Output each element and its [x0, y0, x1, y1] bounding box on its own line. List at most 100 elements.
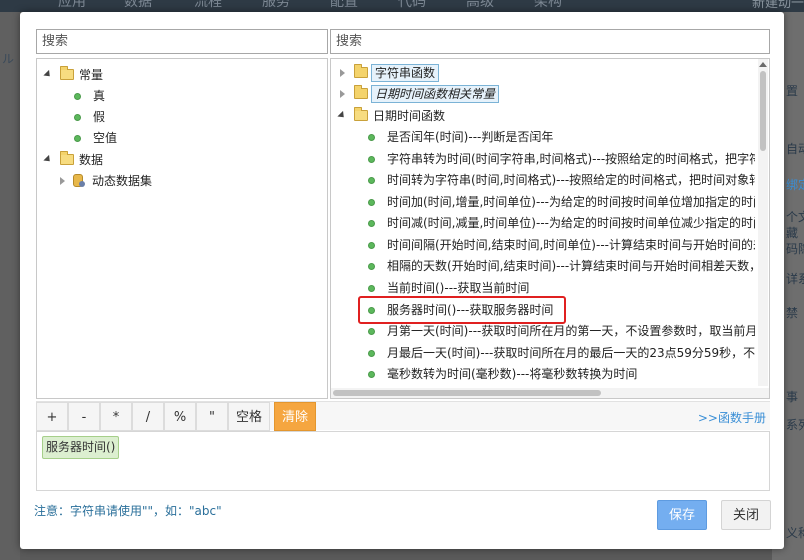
- function-item[interactable]: 月第一天(时间)---获取时间所在月的第一天，不设置参数时，取当前月的第一天: [335, 321, 755, 341]
- hint-note: 注意：字符串请使用""，如："abc": [34, 504, 222, 518]
- horizontal-scroll-thumb[interactable]: [333, 390, 601, 396]
- bg-right-fragment: 绑定: [786, 178, 804, 192]
- bg-right-fragment: 义称: [786, 526, 804, 540]
- function-label: 时间间隔(开始时间,结束时间,时间单位)---计算结束时间与开始时间的差值: [387, 238, 755, 252]
- bg-nav-item: 流程: [194, 0, 222, 10]
- collapse-toggle-icon[interactable]: [338, 112, 346, 120]
- bg-right-fragment: 详系: [786, 272, 804, 286]
- collapse-toggle-icon[interactable]: [44, 156, 52, 164]
- folder-open-icon: [60, 151, 74, 165]
- tree-leaf-null[interactable]: 空值: [41, 128, 321, 148]
- plus-operator-button[interactable]: +: [36, 402, 68, 431]
- tree-node-dynamic-dataset[interactable]: 动态数据集: [41, 171, 321, 191]
- function-item[interactable]: 字符串转为时间(时间字符串,时间格式)---按照给定的时间格式，把字符串转换为时…: [335, 149, 755, 169]
- function-label: 时间减(时间,减量,时间单位)---为给定的时间按时间单位减少指定的时间量: [387, 216, 755, 230]
- leaf-dot-icon: [368, 199, 375, 206]
- leaf-dot-icon: [368, 328, 375, 335]
- leaf-dot-icon: [368, 263, 375, 270]
- leaf-dot-icon: [368, 156, 375, 163]
- expand-toggle-icon[interactable]: [338, 90, 346, 98]
- bg-nav-item: 配置: [330, 0, 358, 10]
- bg-right-fragment: 置: [786, 84, 799, 98]
- leaf-dot-icon: [368, 350, 375, 357]
- tree-node-string-functions[interactable]: 字符串函数: [335, 63, 755, 83]
- function-label: 是否闰年(时间)---判断是否闰年: [387, 130, 554, 144]
- bg-nav-item: 高级: [466, 0, 494, 10]
- tree-node-label: 日期时间函数: [373, 109, 446, 123]
- function-item[interactable]: 当前时间()---获取当前时间: [335, 278, 755, 298]
- left-search-input[interactable]: [36, 29, 328, 54]
- function-label: 月最后一天(时间)---获取时间所在月的最后一天的23点59分59秒，不设置参数…: [387, 346, 755, 360]
- function-item[interactable]: 是否闰年(时间)---判断是否闰年: [335, 127, 755, 147]
- minus-operator-button[interactable]: -: [68, 402, 100, 431]
- function-label: 字符串转为时间(时间字符串,时间格式)---按照给定的时间格式，把字符串转换为时…: [387, 152, 755, 166]
- bg-right-fragment: 藏: [786, 226, 799, 240]
- function-manual-link[interactable]: >>函数手册: [698, 409, 766, 426]
- function-item[interactable]: 月最后一天(时间)---获取时间所在月的最后一天的23点59分59秒，不设置参数…: [335, 343, 755, 363]
- space-button[interactable]: 空格: [228, 402, 270, 431]
- function-label: 时间转为字符串(时间,时间格式)---按照给定的时间格式，把时间对象转换为字符串: [387, 173, 755, 187]
- function-item[interactable]: 相隔的天数(开始时间,结束时间)---计算结束时间与开始时间相差天数，返回整数: [335, 256, 755, 276]
- functions-tree-panel: 字符串函数 日期时间函数相关常量 日期时间函数 是否闰年(时间)---判断是否闰…: [330, 58, 770, 399]
- tree-leaf-true[interactable]: 真: [41, 86, 321, 106]
- highlight-annotation: [358, 296, 566, 324]
- leaf-dot-icon: [368, 220, 375, 227]
- expand-toggle-icon[interactable]: [338, 69, 346, 77]
- tree-node-date-constants[interactable]: 日期时间函数相关常量: [335, 84, 755, 104]
- bg-nav-item: 架构: [534, 0, 562, 10]
- save-button[interactable]: 保存: [657, 500, 707, 530]
- expression-editor[interactable]: 服务器时间(): [36, 431, 770, 491]
- expand-toggle-icon[interactable]: [58, 177, 66, 185]
- folder-open-icon: [60, 66, 74, 80]
- bg-right-fragment: 系列: [786, 418, 804, 432]
- leaf-dot-icon: [368, 242, 375, 249]
- tree-leaf-label: 真: [93, 89, 106, 103]
- collapse-toggle-icon[interactable]: [44, 71, 52, 79]
- tree-leaf-label: 假: [93, 110, 106, 124]
- function-item[interactable]: 时间间隔(开始时间,结束时间,时间单位)---计算结束时间与开始时间的差值: [335, 235, 755, 255]
- leaf-dot-icon: [74, 93, 81, 100]
- function-item[interactable]: 毫秒数转为时间(毫秒数)---将毫秒数转换为时间: [335, 364, 755, 384]
- multiply-operator-button[interactable]: *: [100, 402, 132, 431]
- tree-node-constants[interactable]: 常量: [41, 65, 321, 85]
- tree-node-label: 数据: [79, 153, 104, 167]
- function-label: 相隔的天数(开始时间,结束时间)---计算结束时间与开始时间相差天数，返回整数: [387, 259, 755, 273]
- clear-button[interactable]: 清除: [274, 402, 316, 431]
- vertical-scrollbar[interactable]: [758, 59, 768, 386]
- expression-token[interactable]: 服务器时间(): [42, 436, 120, 459]
- tree-node-date-functions[interactable]: 日期时间函数: [335, 106, 755, 126]
- function-label: 月第一天(时间)---获取时间所在月的第一天，不设置参数时，取当前月的第一天: [387, 324, 755, 338]
- divide-operator-button[interactable]: /: [132, 402, 164, 431]
- function-label: 当前时间()---获取当前时间: [387, 281, 530, 295]
- tree-node-data[interactable]: 数据: [41, 150, 321, 170]
- bg-right-fragment: 事: [786, 390, 799, 404]
- bg-nav-item: 代码: [398, 0, 426, 10]
- function-item[interactable]: 时间加(时间,增量,时间单位)---为给定的时间按时间单位增加指定的时间量: [335, 192, 755, 212]
- vertical-scroll-thumb[interactable]: [760, 71, 766, 151]
- function-editor-dialog: 常量 真 假 空值 数据 动态数据集 字符串函数: [20, 12, 784, 549]
- function-label: 毫秒数转为时间(毫秒数)---将毫秒数转换为时间: [387, 367, 638, 381]
- tree-node-label: 常量: [79, 68, 104, 82]
- operator-toolbar: + - * / % " 空格 清除 >>函数手册: [36, 401, 770, 431]
- tree-node-label: 日期时间函数相关常量: [371, 85, 500, 103]
- bg-nav-item: 应用: [58, 0, 86, 10]
- bg-nav-right: 新建动一: [752, 0, 804, 11]
- bg-right-fragment: 个文: [786, 210, 804, 224]
- horizontal-scrollbar[interactable]: [331, 388, 769, 398]
- right-search-input[interactable]: [330, 29, 770, 54]
- tree-node-label: 字符串函数: [371, 64, 440, 82]
- leaf-dot-icon: [74, 114, 81, 121]
- tree-leaf-false[interactable]: 假: [41, 107, 321, 127]
- tree-node-label: 动态数据集: [92, 174, 153, 188]
- quote-operator-button[interactable]: ": [196, 402, 228, 431]
- close-button[interactable]: 关闭: [721, 500, 771, 530]
- scroll-up-arrow-icon[interactable]: [759, 62, 767, 67]
- folder-icon: [354, 64, 368, 78]
- leaf-dot-icon: [368, 371, 375, 378]
- folder-open-icon: [354, 107, 368, 121]
- function-item[interactable]: 时间减(时间,减量,时间单位)---为给定的时间按时间单位减少指定的时间量: [335, 213, 755, 233]
- function-item[interactable]: 时间转为字符串(时间,时间格式)---按照给定的时间格式，把时间对象转换为字符串: [335, 170, 755, 190]
- modulo-operator-button[interactable]: %: [164, 402, 196, 431]
- bg-nav-item: 数据: [124, 0, 152, 10]
- background-top-nav: 应用 数据 流程 服务 配置 代码 高级 架构 新建动一: [0, 0, 804, 12]
